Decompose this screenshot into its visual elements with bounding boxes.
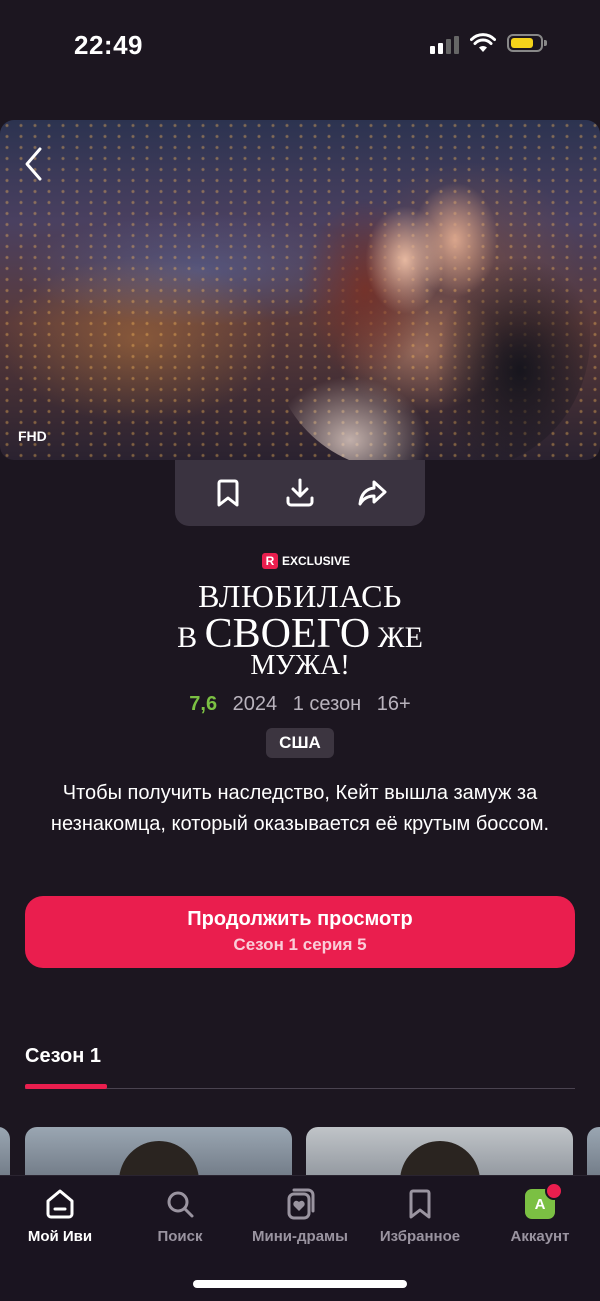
notification-dot <box>545 1182 563 1200</box>
tab-season-1[interactable]: Сезон 1 <box>25 1045 101 1068</box>
action-bar <box>175 460 425 526</box>
tab-label: Мини-драмы <box>252 1228 348 1245</box>
age-rating: 16+ <box>376 693 411 715</box>
tab-label: Поиск <box>157 1228 203 1245</box>
exclusive-badge: R EXCLUSIVE <box>262 553 350 569</box>
back-button[interactable] <box>22 146 44 189</box>
tab-label: Мой Иви <box>27 1228 93 1245</box>
quality-badge: FHD <box>18 428 47 444</box>
mini-drama-icon <box>287 1188 315 1220</box>
tab-search[interactable]: Поиск <box>120 1186 240 1245</box>
country-badge: США <box>266 728 334 758</box>
tab-label: Аккаунт <box>510 1228 570 1245</box>
continue-watching-button[interactable]: Продолжить просмотр Сезон 1 серия 5 <box>25 896 575 968</box>
show-description: Чтобы получить наследство, Кейт вышла за… <box>50 782 550 835</box>
continue-watching-episode: Сезон 1 серия 5 <box>233 935 367 954</box>
tab-favorites[interactable]: Избранное <box>360 1186 480 1245</box>
tab-divider <box>25 1088 575 1089</box>
status-bar: 22:49 <box>0 0 600 90</box>
search-icon <box>167 1191 194 1218</box>
bookmark-button[interactable] <box>211 476 245 510</box>
tab-label: Избранное <box>379 1228 461 1245</box>
battery-icon <box>507 34 547 52</box>
share-icon <box>358 480 387 506</box>
tab-mini-dramas[interactable]: Мини-драмы <box>240 1186 360 1245</box>
tab-active-indicator <box>25 1084 107 1089</box>
download-icon <box>286 478 314 507</box>
continue-watching-label: Продолжить просмотр <box>187 908 413 930</box>
wifi-icon <box>470 33 496 52</box>
tab-account[interactable]: A Аккаунт <box>480 1182 600 1245</box>
download-button[interactable] <box>283 476 317 510</box>
hero-image: FHD <box>0 120 600 460</box>
year: 2024 <box>232 693 278 715</box>
home-indicator <box>193 1280 407 1288</box>
show-title-line-3: МУЖА! <box>250 650 350 681</box>
avatar-icon: A <box>525 1182 563 1219</box>
bookmark-icon <box>409 1189 431 1219</box>
home-icon <box>46 1189 74 1219</box>
show-meta: 7,6 2024 1 сезон 16+ <box>0 693 600 716</box>
tab-my-ivi[interactable]: Мой Иви <box>0 1186 120 1245</box>
exclusive-label: EXCLUSIVE <box>282 554 351 568</box>
rating: 7,6 <box>189 693 218 715</box>
status-time: 22:49 <box>74 30 143 60</box>
poster-couple <box>270 140 590 460</box>
seasons-count: 1 сезон <box>292 693 362 715</box>
exclusive-logo-icon: R <box>262 553 278 569</box>
avatar-letter: A <box>534 1195 546 1213</box>
chevron-left-icon <box>25 147 42 181</box>
share-button[interactable] <box>355 476 389 510</box>
cellular-signal-icon <box>430 36 459 54</box>
bookmark-icon <box>217 479 239 507</box>
